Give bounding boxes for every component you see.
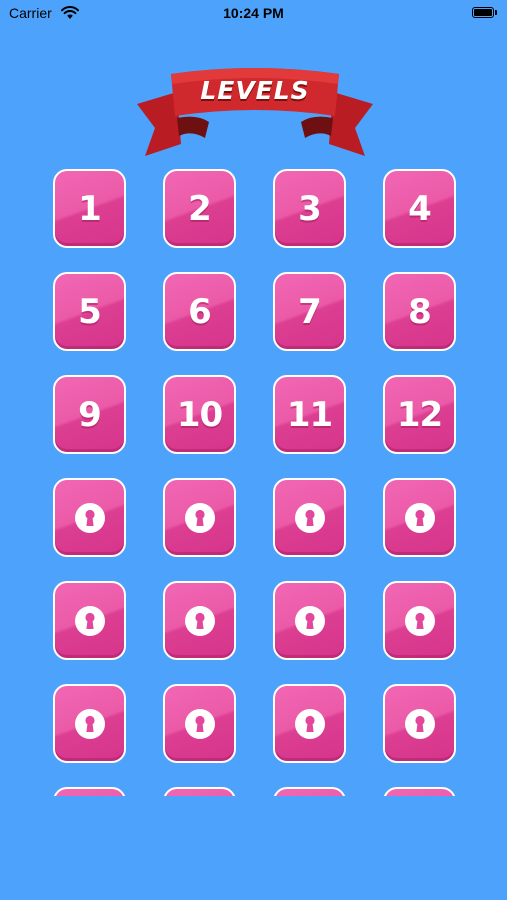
status-bar: Carrier 10:24 PM: [0, 0, 507, 28]
level-button-1[interactable]: 1: [53, 169, 126, 248]
battery-cap: [495, 10, 497, 15]
level-button-5[interactable]: 5: [53, 272, 126, 351]
level-grid: 1 2 3 4 5 6 7 8 9 10 11 12: [53, 169, 456, 796]
level-button-9[interactable]: 9: [53, 375, 126, 454]
level-button-4[interactable]: 4: [383, 169, 456, 248]
locked-level-button[interactable]: [163, 787, 236, 796]
locked-level-button[interactable]: [53, 581, 126, 660]
level-number: 2: [188, 188, 212, 229]
locked-level-button[interactable]: [273, 478, 346, 557]
keyhole-lock-icon: [404, 708, 435, 739]
level-grid-viewport[interactable]: 1 2 3 4 5 6 7 8 9 10 11 12: [0, 160, 507, 796]
locked-level-button[interactable]: [53, 787, 126, 796]
levels-title: LEVELS: [200, 76, 310, 105]
level-button-11[interactable]: 11: [273, 375, 346, 454]
locked-level-button[interactable]: [273, 787, 346, 796]
keyhole-lock-icon: [294, 502, 325, 533]
level-button-3[interactable]: 3: [273, 169, 346, 248]
level-button-12[interactable]: 12: [383, 375, 456, 454]
level-number: 11: [286, 394, 333, 435]
locked-level-button[interactable]: [163, 581, 236, 660]
keyhole-lock-icon: [184, 502, 215, 533]
keyhole-lock-icon: [404, 605, 435, 636]
keyhole-lock-icon: [184, 605, 215, 636]
locked-level-button[interactable]: [273, 684, 346, 763]
locked-level-button[interactable]: [383, 684, 456, 763]
locked-level-button[interactable]: [53, 684, 126, 763]
keyhole-lock-icon: [294, 605, 325, 636]
level-button-2[interactable]: 2: [163, 169, 236, 248]
status-time: 10:24 PM: [223, 5, 284, 21]
level-number: 4: [408, 188, 432, 229]
level-number: 10: [176, 394, 223, 435]
locked-level-button[interactable]: [273, 581, 346, 660]
keyhole-lock-icon: [74, 605, 105, 636]
levels-banner: LEVELS: [135, 60, 375, 160]
keyhole-lock-icon: [74, 502, 105, 533]
level-button-7[interactable]: 7: [273, 272, 346, 351]
keyhole-lock-icon: [404, 502, 435, 533]
level-number: 3: [298, 188, 322, 229]
locked-level-button[interactable]: [163, 684, 236, 763]
keyhole-lock-icon: [74, 708, 105, 739]
level-number: 6: [188, 291, 212, 332]
keyhole-lock-icon: [294, 708, 325, 739]
keyhole-lock-icon: [184, 708, 215, 739]
level-button-8[interactable]: 8: [383, 272, 456, 351]
level-button-10[interactable]: 10: [163, 375, 236, 454]
locked-level-button[interactable]: [383, 787, 456, 796]
locked-level-button[interactable]: [53, 478, 126, 557]
level-number: 9: [78, 394, 102, 435]
locked-level-button[interactable]: [163, 478, 236, 557]
ribbon-graphic: [137, 68, 373, 156]
battery-icon: [472, 7, 494, 18]
locked-level-button[interactable]: [383, 478, 456, 557]
level-button-6[interactable]: 6: [163, 272, 236, 351]
level-number: 7: [298, 291, 322, 332]
level-number: 12: [396, 394, 443, 435]
level-number: 5: [78, 291, 102, 332]
level-number: 1: [78, 188, 102, 229]
locked-level-button[interactable]: [383, 581, 456, 660]
level-number: 8: [408, 291, 432, 332]
